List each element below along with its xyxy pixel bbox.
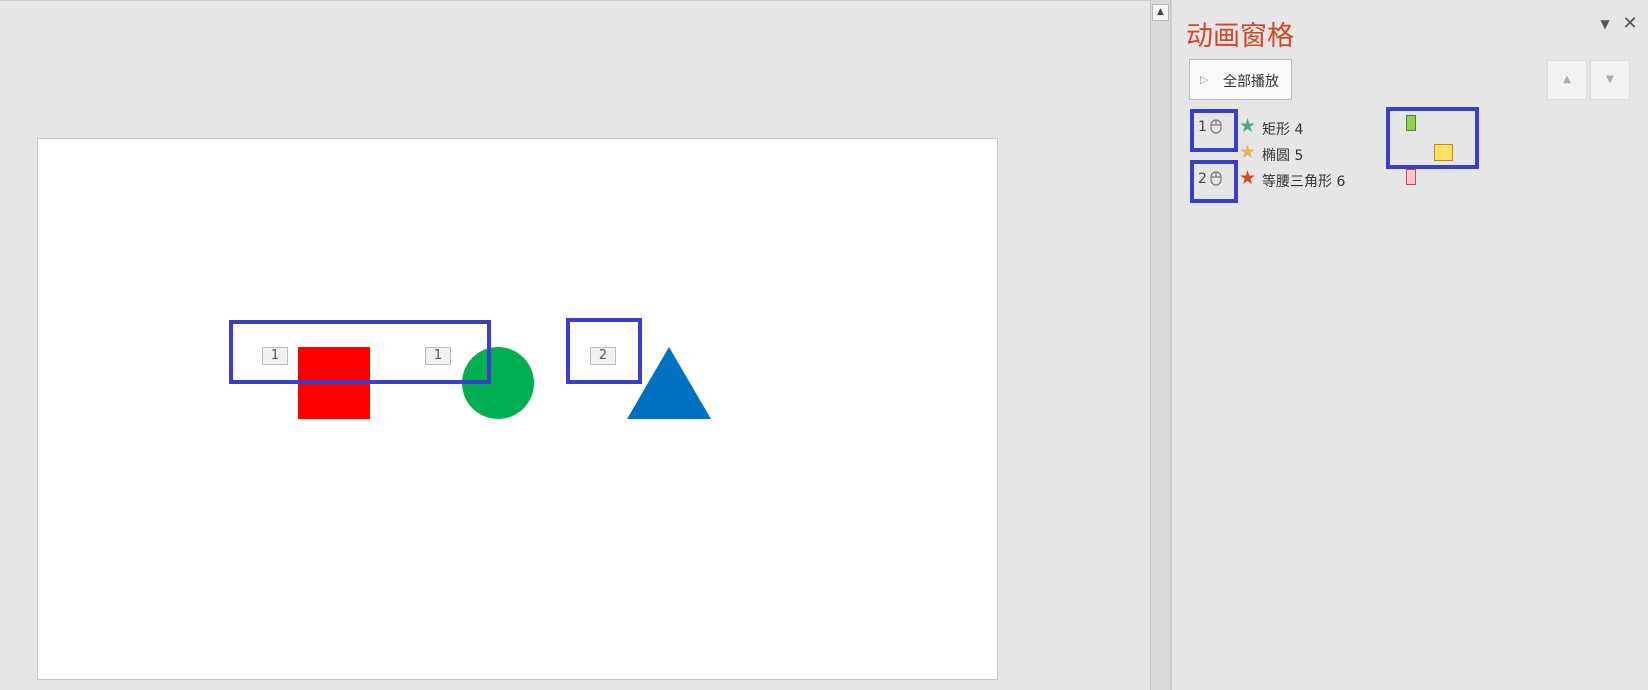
emphasis-star-icon: ★: [1239, 167, 1257, 189]
pane-close-icon[interactable]: ✕: [1621, 15, 1639, 33]
animation-list-item[interactable]: 2 ★ 等腰三角形 6: [1189, 168, 1629, 194]
move-later-button[interactable]: ▼: [1590, 60, 1630, 100]
highlight-box-trigger-1: [1190, 109, 1238, 152]
highlight-box-group-1: [229, 320, 491, 384]
animation-pane: 动画窗格 ▼ ✕ ▷ 全部播放 ▲ ▼ 1 ★ 矩形 4 ★ 椭圆 5 2 ★ …: [1171, 0, 1648, 690]
scroll-up-icon[interactable]: ▲: [1152, 4, 1169, 21]
slide-canvas[interactable]: 1 1 2: [37, 138, 998, 680]
highlight-box-trigger-2: [1190, 160, 1238, 203]
play-icon: ▷: [1200, 73, 1209, 86]
slide-editor: 1 1 2: [0, 0, 1150, 690]
powerpoint-window: 1 1 2 ▲ 动画窗格 ▼ ✕ ▷ 全部播放 ▲ ▼ 1 ★ 矩形 4 ★ 椭…: [0, 0, 1648, 690]
play-all-button[interactable]: ▷ 全部播放: [1189, 59, 1292, 100]
highlight-box-timeline: [1386, 107, 1479, 169]
move-earlier-button[interactable]: ▲: [1547, 60, 1587, 100]
emphasis-star-icon: ★: [1239, 115, 1257, 137]
animation-target-name: 椭圆 5: [1262, 148, 1304, 164]
timeline-bar[interactable]: [1406, 169, 1416, 185]
pane-options-dropdown-icon[interactable]: ▼: [1597, 16, 1613, 32]
highlight-box-group-2: [566, 318, 642, 384]
animation-target-name: 矩形 4: [1262, 122, 1304, 138]
pane-title: 动画窗格: [1186, 21, 1294, 52]
vertical-scrollbar[interactable]: ▲: [1150, 0, 1171, 690]
animation-target-name: 等腰三角形 6: [1262, 174, 1346, 190]
play-all-label: 全部播放: [1223, 74, 1279, 90]
emphasis-star-icon: ★: [1239, 141, 1257, 163]
